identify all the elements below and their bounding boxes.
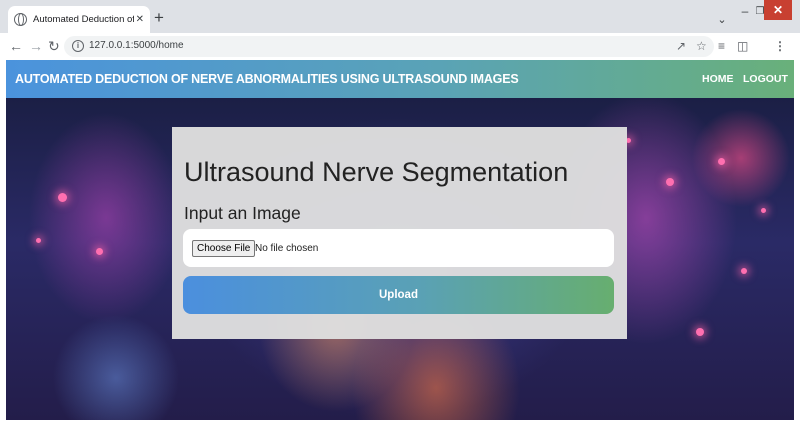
back-icon[interactable]: ←: [9, 38, 23, 54]
page-title: Ultrasound Nerve Segmentation: [184, 157, 569, 187]
star-icon[interactable]: ☆: [696, 39, 707, 53]
address-bar[interactable]: i 127.0.0.1:5000/home ↗ ☆: [64, 36, 714, 57]
url-text[interactable]: 127.0.0.1:5000/home: [89, 40, 184, 51]
site-title[interactable]: AUTOMATED DEDUCTION OF NERVE ABNORMALITI…: [15, 72, 519, 86]
section-heading: Input an Image: [184, 203, 301, 223]
glow-dot: [666, 178, 674, 186]
choose-file-button[interactable]: Choose File: [192, 240, 256, 257]
file-status-text: No file chosen: [255, 243, 319, 254]
top-navbar: AUTOMATED DEDUCTION OF NERVE ABNORMALITI…: [6, 60, 794, 98]
reading-list-icon[interactable]: ≡: [718, 38, 725, 54]
page-viewport: AUTOMATED DEDUCTION OF NERVE ABNORMALITI…: [6, 60, 794, 420]
upload-button[interactable]: Upload: [183, 276, 614, 314]
glow-dot: [58, 193, 67, 202]
share-icon[interactable]: ↗: [676, 39, 686, 53]
glow-dot: [96, 248, 103, 255]
forward-icon[interactable]: →: [29, 38, 43, 54]
nav-logout-link[interactable]: LOGOUT: [743, 73, 788, 85]
reload-icon[interactable]: ↻: [48, 38, 60, 54]
glow-dot: [741, 268, 747, 274]
menu-icon[interactable]: ⋮: [774, 38, 786, 54]
close-window-icon[interactable]: ✕: [764, 0, 792, 20]
tab-strip: Automated Deduction of Nerve A ✕ + ⌄ – ❐…: [0, 0, 800, 33]
glow-dot: [761, 208, 766, 213]
file-input[interactable]: Choose File No file chosen: [183, 229, 614, 267]
nav-home-link[interactable]: HOME: [702, 73, 734, 85]
glow-dot: [718, 158, 725, 165]
browser-toolbar: ← → ↻ i 127.0.0.1:5000/home ↗ ☆ ≡ ◫ ⋮: [0, 33, 800, 60]
upload-card: Ultrasound Nerve Segmentation Input an I…: [172, 127, 627, 339]
browser-tab[interactable]: Automated Deduction of Nerve A ✕: [8, 6, 150, 33]
glow-dot: [696, 328, 704, 336]
tab-title: Automated Deduction of Nerve A: [33, 14, 134, 25]
tab-close-icon[interactable]: ✕: [136, 14, 144, 25]
side-panel-icon[interactable]: ◫: [737, 38, 748, 54]
glow-dot: [36, 238, 41, 243]
globe-icon: [14, 13, 27, 26]
browser-chrome: Automated Deduction of Nerve A ✕ + ⌄ – ❐…: [0, 0, 800, 60]
tab-search-icon[interactable]: ⌄: [712, 8, 732, 30]
new-tab-button[interactable]: +: [154, 9, 164, 26]
info-icon[interactable]: i: [72, 40, 84, 52]
minimize-icon[interactable]: –: [737, 0, 753, 22]
